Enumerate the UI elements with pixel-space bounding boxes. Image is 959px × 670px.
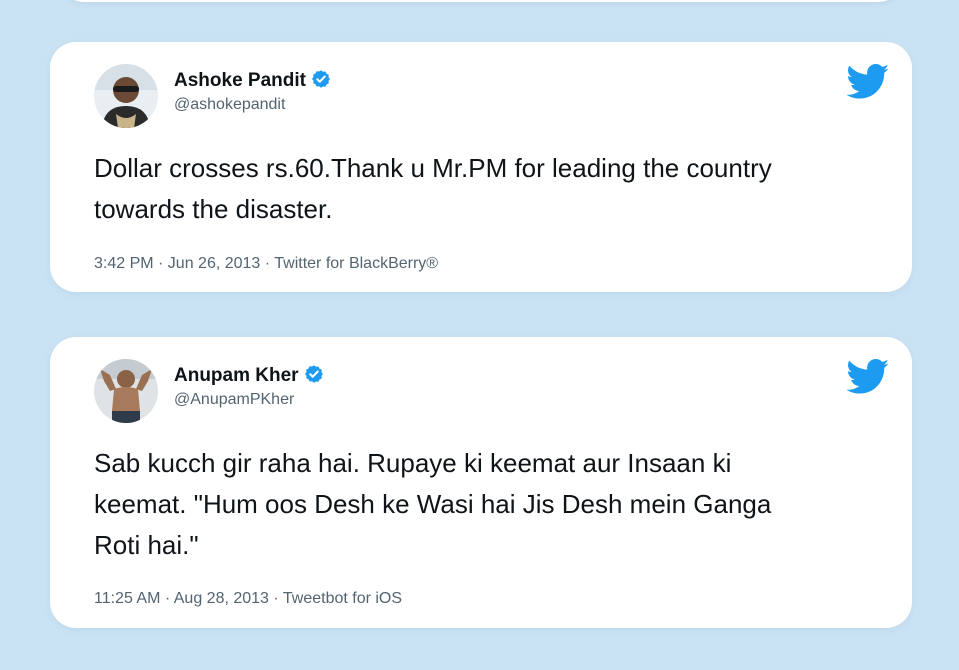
twitter-bird-icon[interactable] (846, 359, 890, 395)
author-name-text[interactable]: Anupam Kher (174, 365, 299, 386)
tweet-text: Dollar crosses rs.60.Thank u Mr.PM for l… (94, 153, 772, 224)
author-name[interactable]: Ashoke Pandit (174, 69, 331, 95)
tweet-timestamp-source[interactable]: 11:25 AM · Aug 28, 2013 · Tweetbot for i… (94, 590, 402, 608)
author-name[interactable]: Anupam Kher (174, 364, 324, 390)
tweet-card[interactable]: Anupam Kher @AnupamPKher Sab kucch gir r… (50, 337, 912, 628)
previous-tweet-card-edge (58, 0, 904, 2)
verified-badge-icon (311, 69, 331, 95)
twitter-bird-icon[interactable] (846, 64, 890, 100)
tweet-timestamp-source[interactable]: 3:42 PM · Jun 26, 2013 · Twitter for Bla… (94, 255, 438, 273)
author-avatar[interactable] (94, 359, 158, 423)
tweet-text: Sab kucch gir raha hai. Rupaye ki keemat… (94, 448, 772, 560)
tweet-card[interactable]: Ashoke Pandit @ashokepandit Dollar cross… (50, 42, 912, 292)
verified-badge-icon (304, 364, 324, 390)
author-handle[interactable]: @AnupamPKher (174, 391, 294, 409)
author-handle[interactable]: @ashokepandit (174, 96, 285, 114)
author-avatar[interactable] (94, 64, 158, 128)
author-name-text[interactable]: Ashoke Pandit (174, 70, 306, 91)
